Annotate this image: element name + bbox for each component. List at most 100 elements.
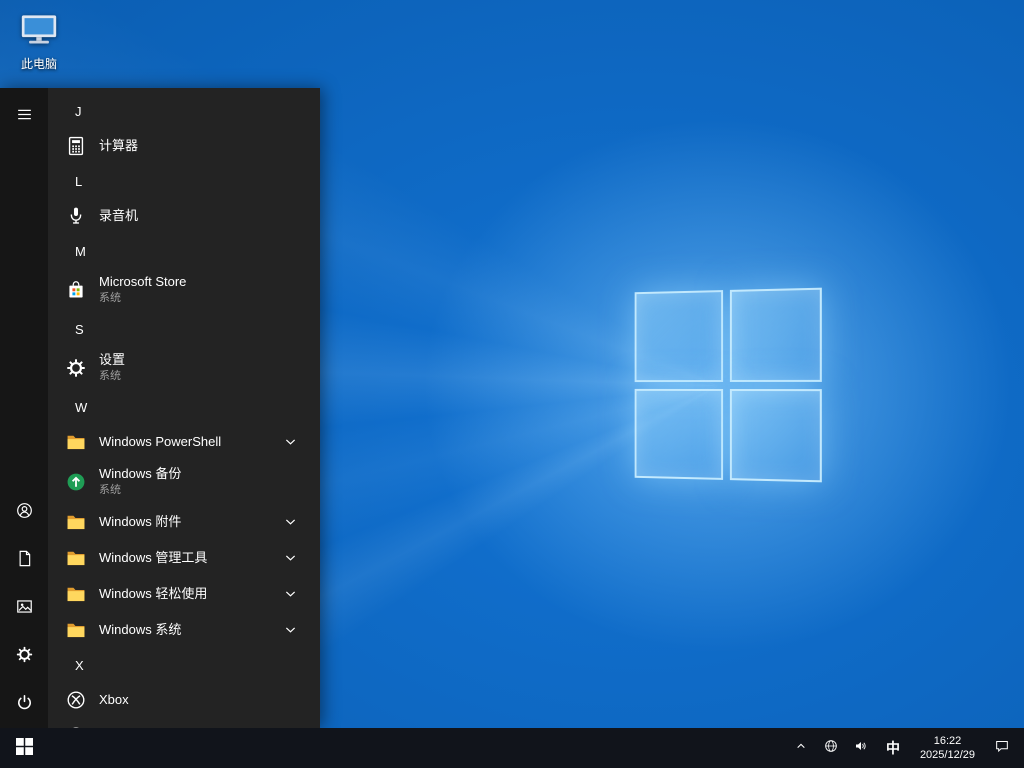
clock-date: 2025/12/29 [919,749,975,761]
app-item-windows[interactable]: Windows 备份 系统 [48,460,320,504]
settings-button[interactable] [0,632,48,680]
app-title: Windows 附件 [99,513,182,529]
app-text: 计算器 [99,137,139,154]
app-title: Windows 轻松使用 [99,585,208,601]
folder-icon [64,430,88,454]
logo-pane [729,287,822,382]
section-letter-s[interactable]: S [48,312,320,346]
clock[interactable]: 16:22 2025/12/29 [910,728,985,768]
app-text: 录音机 [99,207,139,224]
app-subtitle: 系统 [99,370,121,383]
system-tray: 中 16:22 2025/12/29 [786,728,1024,768]
app-title: Windows 系统 [99,621,182,637]
logo-pane [634,290,723,382]
app-text: Windows 附件 [99,513,182,530]
app-item-windows-5[interactable]: Windows 系统 [48,612,320,648]
app-title: Windows 管理工具 [99,549,208,565]
expand-menu-button[interactable] [0,92,48,140]
action-center-button[interactable] [985,728,1024,768]
chevron-down-icon[interactable] [285,590,296,598]
ime-indicator[interactable]: 中 [876,728,910,768]
start-menu-rail [0,88,48,728]
app-title: Windows PowerShell [99,433,222,449]
app-text: Windows 备份 系统 [99,466,182,497]
start-menu-app-list: J 计算器 L 录音机 M Microsoft Store 系统 S 设置 系统 W Windows … [48,88,320,728]
windows-logo-icon [15,738,33,758]
folder-icon [64,618,88,642]
section-letter-m[interactable]: M [48,234,320,268]
windows-logo-wallpaper [634,287,822,483]
gear-icon [15,645,34,667]
documents-button[interactable] [0,536,48,584]
gear-icon [64,356,88,380]
section-letter-j[interactable]: J [48,94,320,128]
clock-time: 16:22 [933,735,962,747]
document-icon [15,549,34,571]
user-account-button[interactable] [0,488,48,536]
desktop-icon-label: 此电脑 [20,57,57,71]
app-item-xbox[interactable]: Xbox [48,682,320,718]
app-subtitle: 系统 [99,292,121,305]
app-text: Microsoft Store 系统 [99,274,187,305]
app-subtitle: 系统 [99,484,121,497]
power-button[interactable] [0,680,48,728]
logo-pane [634,388,723,480]
backup-icon [64,470,88,494]
section-letter-x[interactable]: X [48,648,320,682]
app-item-microphone[interactable]: 录音机 [48,198,320,234]
pictures-button[interactable] [0,584,48,632]
chevron-down-icon[interactable] [285,554,296,562]
app-text: Windows 轻松使用 [99,585,208,602]
computer-icon [17,10,61,53]
app-text: Windows PowerShell [99,433,222,450]
rail-spacer [0,140,48,488]
hamburger-icon [15,105,34,127]
chevron-down-icon[interactable] [285,626,296,634]
calculator-icon [64,134,88,158]
chevron-up-icon [793,738,809,759]
microphone-icon [64,204,88,228]
folder-icon [64,582,88,606]
app-text: 设置 系统 [99,352,126,383]
start-button[interactable] [0,728,48,768]
section-letter-w[interactable]: W [48,390,320,424]
app-item-windows-4[interactable]: Windows 轻松使用 [48,576,320,612]
app-title: 录音机 [99,207,139,223]
app-item-xbox-game-bar[interactable]: Xbox Game Bar [48,718,320,728]
volume-button[interactable] [846,728,876,768]
start-menu: J 计算器 L 录音机 M Microsoft Store 系统 S 设置 系统 W Windows … [0,88,320,728]
globe-network-icon [823,738,839,759]
app-text: Xbox [99,691,129,708]
app-item-windows-2[interactable]: Windows 附件 [48,504,320,540]
folder-icon [64,546,88,570]
app-item-microsoft-store[interactable]: Microsoft Store 系统 [48,268,320,312]
network-button[interactable] [816,728,846,768]
taskbar: 中 16:22 2025/12/29 [0,728,1024,768]
desktop-icon-this-pc[interactable]: 此电脑 [8,10,70,72]
desktop: 此电脑 J 计算器 L 录音机 M Microsoft Store 系统 S 设… [0,0,1024,768]
app-item-calculator[interactable]: 计算器 [48,128,320,164]
app-title: Microsoft Store [99,274,187,290]
app-text: Windows 系统 [99,621,182,638]
app-title: 设置 [99,352,126,368]
app-title: Windows 备份 [99,466,182,482]
chevron-down-icon[interactable] [285,438,296,446]
user-icon [15,501,34,523]
app-title: Xbox [99,691,129,707]
app-title: 计算器 [99,137,139,153]
app-text: Windows 管理工具 [99,549,208,566]
show-hidden-icons-button[interactable] [786,728,816,768]
app-item-windows-3[interactable]: Windows 管理工具 [48,540,320,576]
chevron-down-icon[interactable] [285,518,296,526]
app-item-gear[interactable]: 设置 系统 [48,346,320,390]
store-icon [64,278,88,302]
folder-icon [64,510,88,534]
notification-icon [994,738,1010,759]
pictures-icon [15,597,34,619]
power-icon [15,693,34,715]
section-letter-l[interactable]: L [48,164,320,198]
speaker-icon [853,738,869,759]
app-item-windows-powershell[interactable]: Windows PowerShell [48,424,320,460]
ime-label: 中 [885,740,900,756]
xbox-icon [64,688,88,712]
